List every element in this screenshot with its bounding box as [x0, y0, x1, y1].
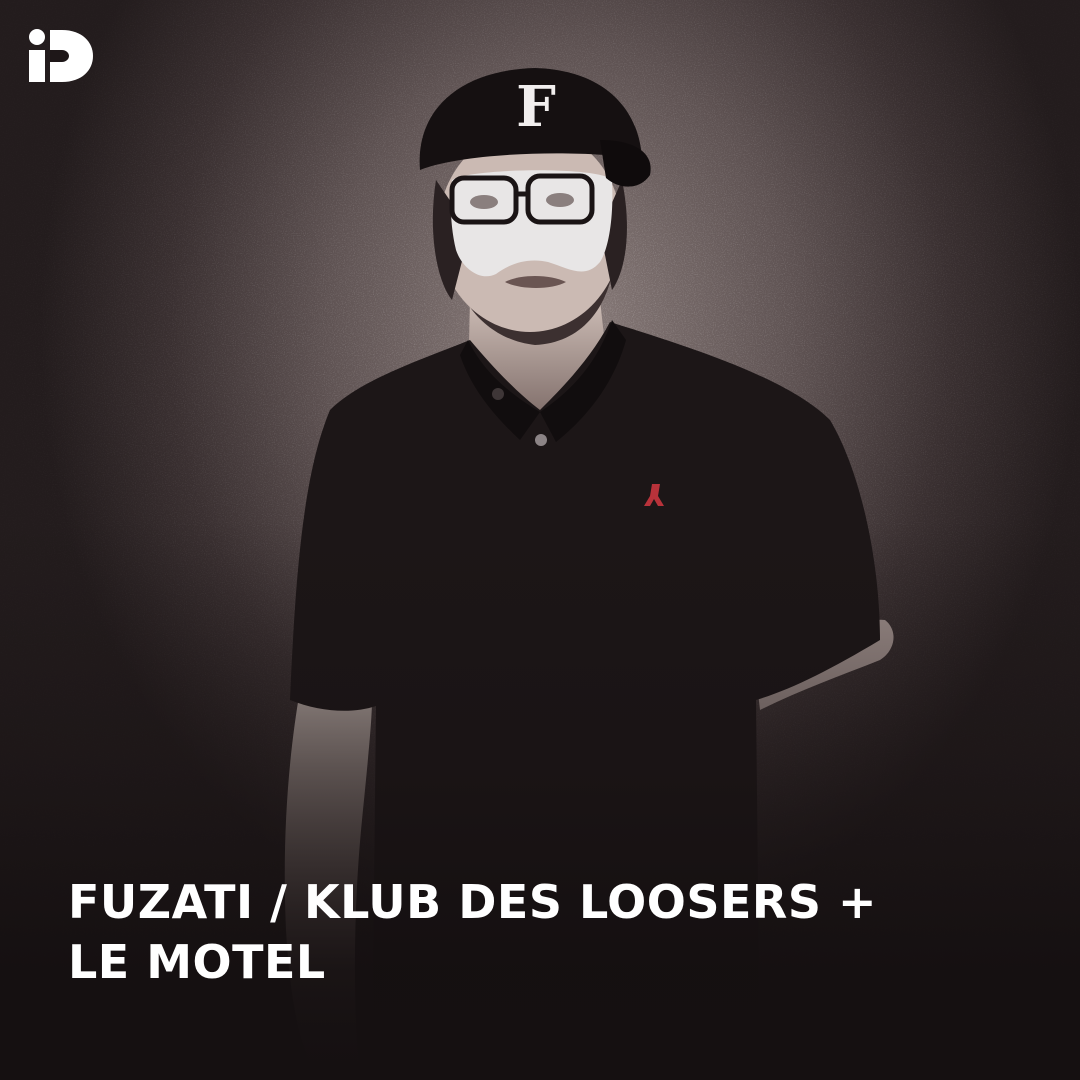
event-poster: F FUZATI / KLUB DES LOOSERS + LE MOTEL: [0, 0, 1080, 1080]
shirt-button-top: [492, 388, 504, 400]
event-title-line-2: LE MOTEL: [68, 935, 326, 989]
event-title-line-1: FUZATI / KLUB DES LOOSERS +: [68, 875, 878, 929]
event-title: FUZATI / KLUB DES LOOSERS + LE MOTEL: [68, 872, 968, 992]
bottom-gradient-overlay: [0, 520, 1080, 1080]
shirt-button: [535, 434, 547, 446]
id-logo-icon: [29, 29, 93, 82]
cap-letter: F: [516, 74, 556, 140]
